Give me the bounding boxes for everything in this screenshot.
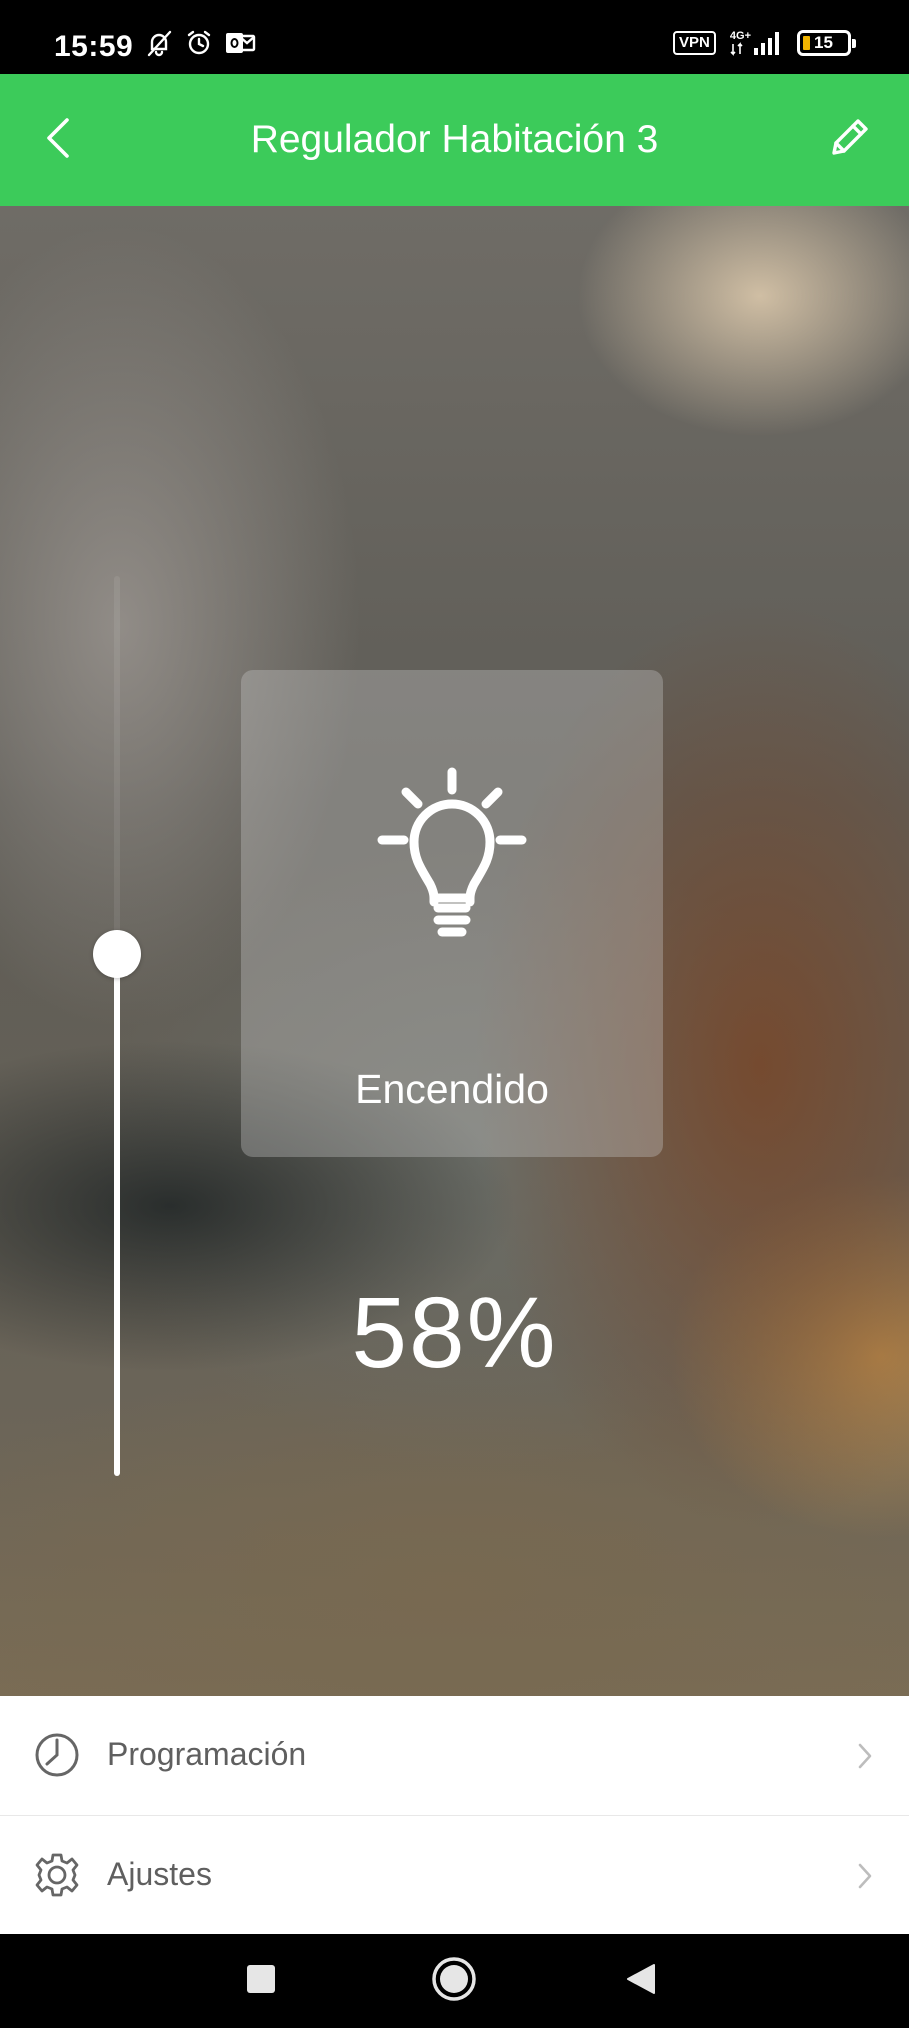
status-system-icons: VPN 4G+ 15 [673,30,856,56]
battery-level: 15 [814,33,833,52]
home-button[interactable] [427,1954,481,2008]
slider-thumb[interactable] [93,930,141,978]
bell-off-icon [144,28,174,58]
alarm-icon [184,28,214,58]
recents-button[interactable] [234,1954,288,2008]
vpn-badge: VPN [673,31,716,55]
status-time: 15:59 [54,30,134,63]
home-circle-icon [431,1956,477,2007]
room-photo-background: Encendido 58% [0,206,909,1696]
clock-icon [34,1732,80,1778]
menu-item-programacion[interactable]: Programación [0,1696,909,1815]
signal-icon: 4G+ [730,30,783,56]
system-navigation-bar [0,1934,909,2028]
menu-item-label: Programación [107,1736,307,1772]
square-icon [246,1964,276,1999]
lightbulb-icon [352,752,552,952]
menu-item-label: Ajustes [107,1856,212,1892]
network-type-label: 4G+ [729,30,751,42]
status-notification-icons [144,28,256,58]
battery-icon: 15 [797,30,856,56]
triangle-back-icon [624,1962,658,2001]
chevron-right-icon [855,1860,875,1892]
brightness-percent: 58% [351,1277,558,1389]
gear-icon [34,1852,80,1898]
slider-fill [114,954,120,1476]
chevron-right-icon [855,1740,875,1772]
menu-item-ajustes[interactable]: Ajustes [0,1815,909,1934]
power-state-label: Encendido [355,1066,549,1112]
system-back-button[interactable] [614,1954,668,2008]
page-title: Regulador Habitación 3 [250,118,659,161]
outlook-icon [224,28,256,58]
status-bar: 15:59 VPN 4G+ 15 [0,0,909,74]
pencil-icon [826,115,872,166]
settings-menu: Programación Ajustes [0,1696,909,1934]
edit-button[interactable] [817,108,881,172]
app-bar: Regulador Habitación 3 [0,74,909,206]
power-toggle-card[interactable]: Encendido [241,670,663,1157]
